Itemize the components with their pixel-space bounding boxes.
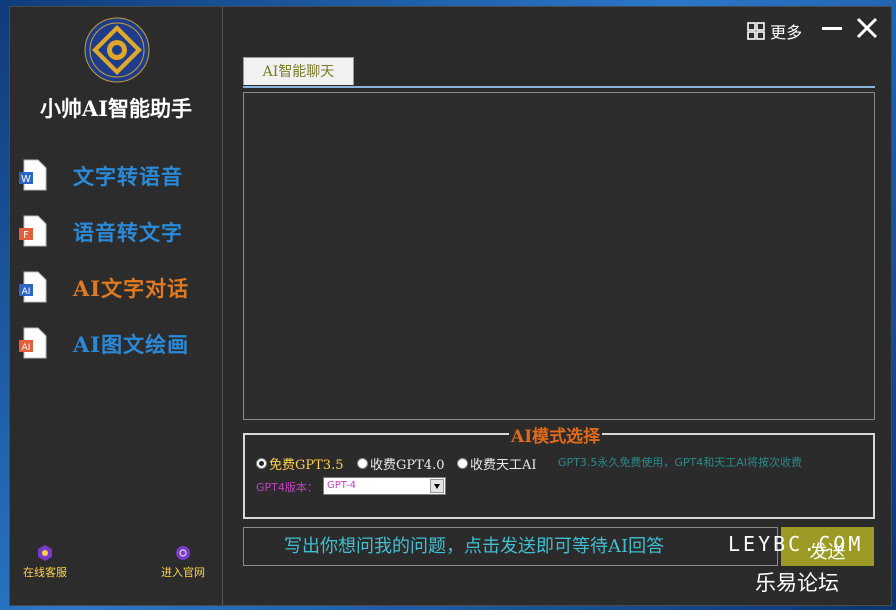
app-window: 小帅AI智能助手 W 文字转语音 F 语音转文字 AI AI文字对话 AI AI…	[9, 6, 892, 606]
service-icon	[38, 545, 52, 561]
tab-divider	[243, 86, 875, 88]
ai-doc-icon: AI	[19, 327, 47, 359]
more-label: 更多	[770, 23, 803, 42]
chat-history-area[interactable]	[243, 92, 875, 420]
word-doc-icon: W	[19, 159, 47, 191]
app-logo	[84, 17, 150, 83]
sidebar-item-text-to-speech[interactable]: W 文字转语音	[18, 155, 218, 195]
radio-label: 免费GPT3.5	[269, 458, 344, 473]
sidebar-item-ai-drawing[interactable]: AI AI图文绘画	[18, 323, 218, 363]
gpt4-version-value: GPT-4	[327, 480, 356, 491]
more-button[interactable]: 更多	[747, 19, 802, 43]
ai-doc-icon: AI	[19, 271, 47, 303]
globe-icon	[176, 546, 190, 560]
sidebar-item-label: AI图文绘画	[73, 332, 190, 357]
pricing-note: GPT3.5永久免费使用，GPT4和天工AI将按次收费	[558, 456, 803, 469]
radio-paid-tiangong[interactable]: 收费天工AI	[457, 453, 537, 473]
radio-free-gpt35[interactable]: 免费GPT3.5	[256, 453, 343, 473]
sidebar-item-label: 文字转语音	[73, 164, 183, 189]
grid-icon	[747, 22, 765, 40]
minimize-icon[interactable]	[822, 21, 842, 37]
sidebar-item-speech-to-text[interactable]: F 语音转文字	[18, 211, 218, 251]
official-site-label: 进入官网	[161, 566, 205, 579]
radio-unchecked-icon	[457, 458, 468, 469]
sidebar-item-label: 语音转文字	[73, 220, 183, 245]
radio-paid-gpt40[interactable]: 收费GPT4.0	[357, 453, 444, 473]
watermark-url: LEYBC.COM	[728, 532, 864, 556]
question-input[interactable]: 写出你想问我的问题，点击发送即可等待AI回答	[243, 527, 778, 566]
radio-unchecked-icon	[357, 458, 368, 469]
sidebar: 小帅AI智能助手 W 文字转语音 F 语音转文字 AI AI文字对话 AI AI…	[10, 7, 223, 605]
official-site-button[interactable]: 进入官网	[148, 544, 218, 580]
gpt4-version-select[interactable]: GPT-4	[323, 477, 446, 495]
watermark-text: 乐易论坛	[755, 571, 839, 595]
sidebar-item-ai-chat[interactable]: AI AI文字对话	[18, 267, 218, 307]
radio-checked-icon	[256, 458, 267, 469]
chevron-down-icon[interactable]	[430, 479, 444, 493]
close-icon[interactable]	[856, 17, 878, 39]
svg-text:AI: AI	[22, 287, 31, 297]
radio-label: 收费GPT4.0	[370, 458, 445, 473]
ppt-doc-icon: F	[19, 215, 47, 247]
sidebar-item-label: AI文字对话	[73, 276, 190, 301]
svg-text:F: F	[23, 230, 29, 241]
tab-ai-chat[interactable]: AI智能聊天	[243, 57, 354, 85]
online-service-label: 在线客服	[23, 566, 67, 579]
radio-label: 收费天工AI	[470, 458, 537, 473]
svg-text:W: W	[21, 174, 31, 185]
mode-selection-title: AI模式选择	[509, 422, 603, 447]
mode-selection-group: AI模式选择 免费GPT3.5 收费GPT4.0 收费天工AI GPT3.5永久…	[243, 422, 875, 519]
online-service-button[interactable]: 在线客服	[10, 544, 80, 580]
svg-text:AI: AI	[22, 343, 31, 353]
gpt4-version-label: GPT4版本：	[256, 481, 318, 494]
app-title: 小帅AI智能助手	[39, 96, 193, 121]
